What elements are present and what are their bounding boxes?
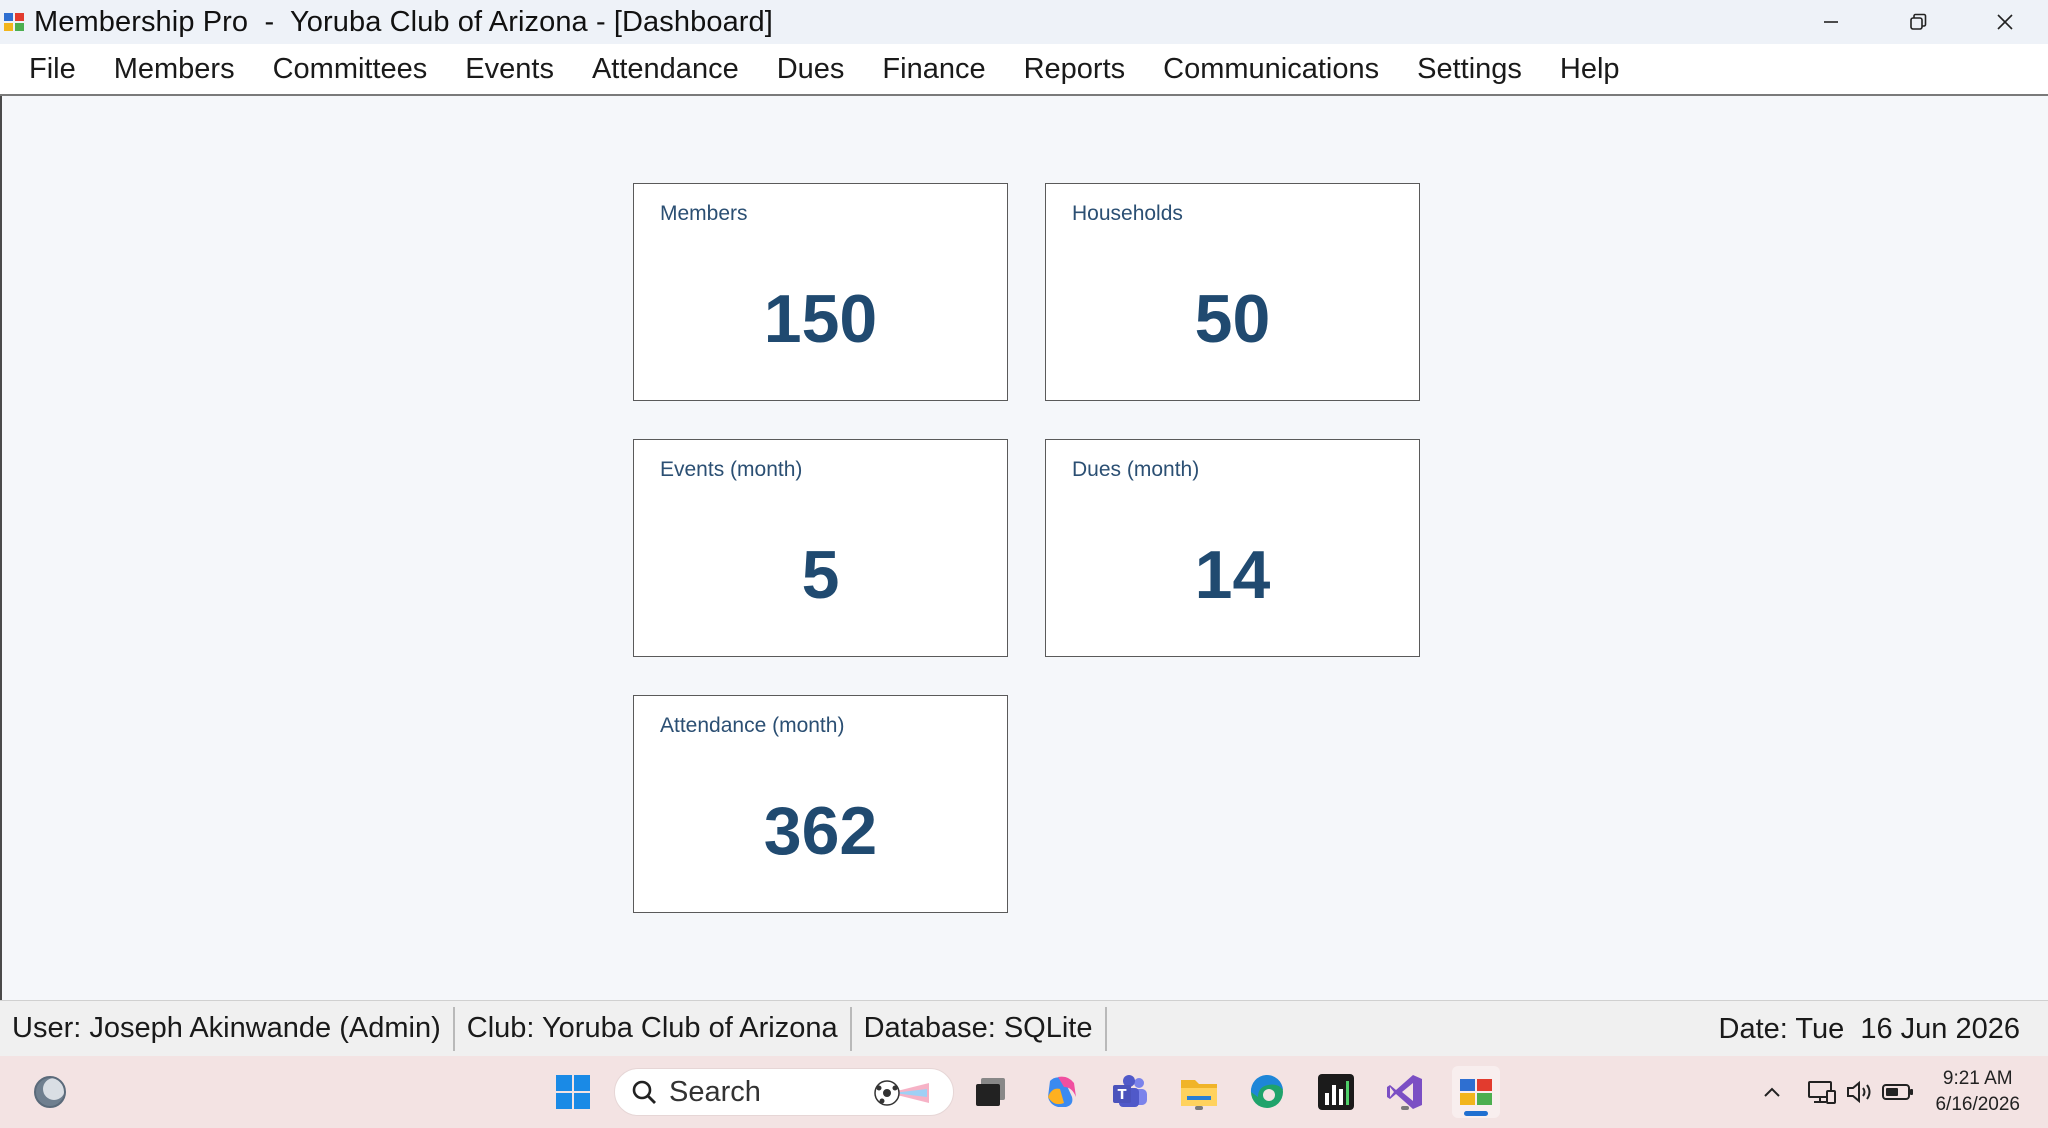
card-label: Attendance (month) [660,714,845,737]
attendance-month-card: Attendance (month) 362 [633,695,1008,913]
status-bar: User: Joseph Akinwande (Admin) Club: Yor… [0,1000,2048,1056]
chevron-up-icon[interactable] [1755,1075,1789,1109]
search-label: Search [669,1075,761,1108]
card-label: Events (month) [660,458,803,481]
window-controls [1787,0,2048,44]
status-club: Club: Yoruba Club of Arizona [455,1006,852,1051]
start-icon[interactable] [551,1070,595,1114]
households-card: Households 50 [1045,183,1420,401]
card-label: Members [660,202,748,225]
network-icon[interactable] [1805,1075,1839,1109]
running-indicator [1195,1106,1203,1110]
menu-attendance[interactable]: Attendance [573,53,758,86]
widgets-icon[interactable] [28,1070,72,1114]
copilot-icon[interactable] [1039,1070,1083,1114]
card-value: 50 [1194,281,1271,357]
close-icon [1996,14,2013,30]
svg-text:T: T [1118,1088,1127,1103]
running-indicator [1401,1106,1409,1110]
membership-pro-icon[interactable] [1452,1066,1500,1118]
events-month-card: Events (month) 5 [633,439,1008,657]
close-button[interactable] [1961,0,2048,44]
teams-icon[interactable]: T [1108,1070,1152,1114]
task-view-icon[interactable] [969,1070,1013,1114]
menu-reports[interactable]: Reports [1005,53,1145,86]
menu-committees[interactable]: Committees [254,53,447,86]
soccer-ball-icon [874,1080,929,1106]
title-bar: Membership Pro - Yoruba Club of Arizona … [0,0,2048,44]
menu-members[interactable]: Members [95,53,254,86]
menu-finance[interactable]: Finance [863,53,1004,86]
members-card: Members 150 [633,183,1008,401]
taskbar: Search T 9:21 AM 6/16/2026 [0,1056,2048,1128]
minimize-icon [1823,21,1838,23]
dashboard-panel: Members 150 Households 50 Events (month)… [0,96,2048,1000]
card-value: 5 [801,537,840,613]
window-title: Membership Pro - Yoruba Club of Arizona … [34,5,773,38]
volume-icon[interactable] [1843,1075,1877,1109]
menu-events[interactable]: Events [446,53,573,86]
restore-button[interactable] [1874,0,1961,44]
active-window-indicator [1464,1111,1488,1116]
card-value: 150 [763,281,878,357]
status-user: User: Joseph Akinwande (Admin) [0,1006,455,1051]
card-label: Dues (month) [1072,458,1200,481]
menu-communications[interactable]: Communications [1144,53,1398,86]
menu-help[interactable]: Help [1541,53,1639,86]
taskbar-clock[interactable]: 9:21 AM 6/16/2026 [1935,1066,2020,1118]
file-explorer-icon[interactable] [1177,1070,1221,1114]
menu-settings[interactable]: Settings [1398,53,1541,86]
card-value: 14 [1194,537,1271,613]
minimize-button[interactable] [1787,0,1874,44]
battery-icon[interactable] [1881,1075,1915,1109]
restore-icon [1909,13,1926,30]
menu-file[interactable]: File [10,53,95,86]
edge-icon[interactable] [1245,1070,1289,1114]
status-database: Database: SQLite [852,1006,1107,1051]
card-label: Households [1072,202,1183,225]
dues-month-card: Dues (month) 14 [1045,439,1420,657]
search-icon [632,1080,656,1104]
app-icon [4,12,26,32]
system-tray: 9:21 AM 6/16/2026 [1753,1056,2048,1128]
taskbar-search[interactable]: Search [614,1068,954,1116]
menu-bar: File Members Committees Events Attendanc… [0,44,2048,96]
card-value: 362 [763,793,878,869]
clock-time: 9:21 AM [1942,1068,2013,1089]
menu-dues[interactable]: Dues [758,53,864,86]
status-date: Date: Tue 16 Jun 2026 [1718,1012,2021,1045]
stock-chart-app-icon[interactable] [1314,1070,1358,1114]
clock-date: 6/16/2026 [1935,1094,2020,1115]
visual-studio-icon[interactable] [1383,1070,1427,1114]
